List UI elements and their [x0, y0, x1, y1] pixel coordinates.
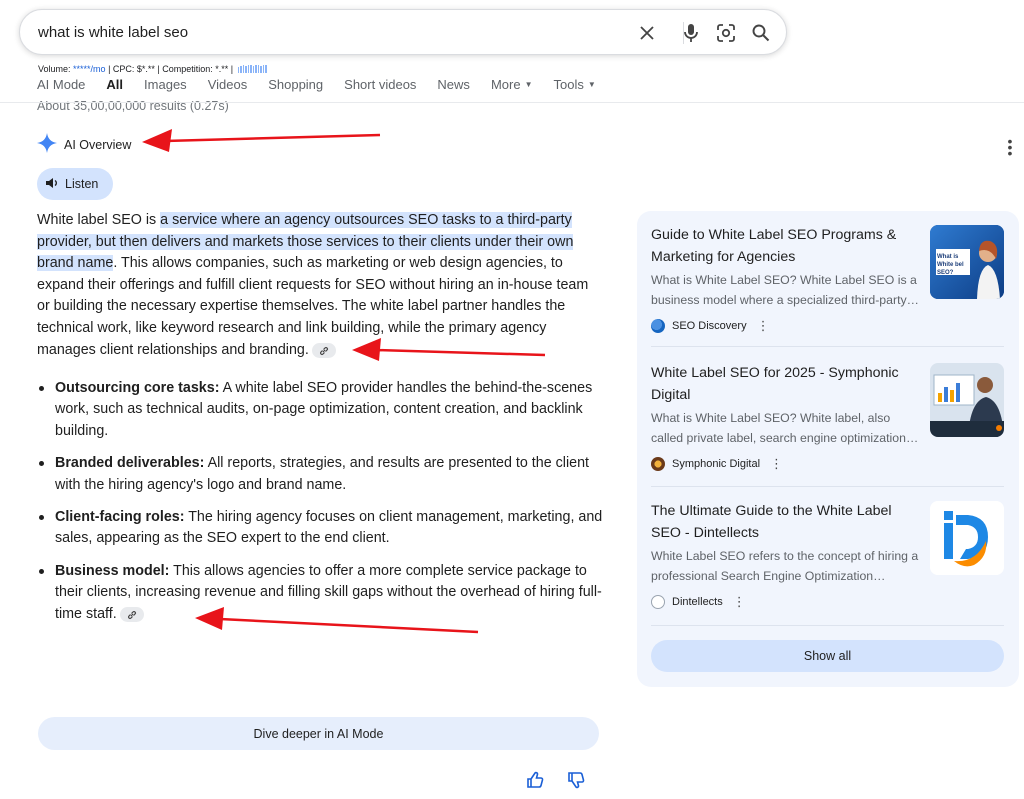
result-stats: About 35,00,00,000 results (0.27s): [37, 101, 229, 113]
volume-label: Volume:: [38, 64, 71, 74]
tab-short-videos[interactable]: Short videos: [344, 77, 416, 92]
bullet-item: Branded deliverables: All reports, strat…: [37, 453, 607, 496]
source-title[interactable]: The Ultimate Guide to the White Label SE…: [651, 501, 911, 544]
tab-shopping[interactable]: Shopping: [268, 77, 323, 92]
ai-overview-title: AI Overview: [64, 137, 132, 152]
bullet-term: Outsourcing core tasks:: [55, 380, 220, 396]
tab-label: All: [106, 77, 124, 92]
summary-prefix: White label SEO is: [37, 212, 161, 228]
chevron-down-icon: ▼: [587, 80, 596, 89]
tab-news[interactable]: News: [437, 77, 470, 92]
search-tabs: AI Mode All Images Videos Shopping Short vide…: [37, 77, 617, 92]
tab-tools[interactable]: Tools ▼: [553, 77, 595, 92]
ai-overview-bullets: Outsourcing core tasks: A white label SE…: [37, 378, 607, 636]
citation-link-icon[interactable]: [311, 343, 336, 359]
lens-icon[interactable]: [714, 21, 738, 45]
summary-rest: . This allows companies, such as marketi…: [37, 255, 589, 358]
tab-label: Videos: [207, 77, 248, 92]
tab-label: Tools: [553, 77, 584, 92]
cpc-competition: | CPC: $*.** | Competition: *.** |: [105, 64, 236, 74]
tab-label: Shopping: [268, 77, 324, 92]
tab-label: Images: [144, 77, 187, 92]
bullet-item: Business model: This allows agencies to …: [37, 561, 607, 625]
source-thumbnail[interactable]: [930, 363, 1004, 437]
ai-sparkle-icon: [37, 133, 57, 156]
trend-bars: [237, 65, 268, 75]
tab-more[interactable]: More ▼: [491, 77, 533, 92]
search-input[interactable]: what is white label seo: [38, 24, 188, 41]
thumbs-up-icon[interactable]: [526, 771, 544, 789]
more-options-icon[interactable]: • • •: [1004, 134, 1016, 160]
sources-panel: Guide to White Label SEO Programs & Mark…: [637, 211, 1019, 687]
source-title[interactable]: Guide to White Label SEO Programs & Mark…: [651, 225, 911, 268]
card-divider: [651, 486, 1004, 487]
thumbs-down-icon[interactable]: [567, 771, 585, 789]
tab-ai-mode[interactable]: AI Mode: [37, 77, 85, 92]
symphonic-digital-favicon: [651, 457, 665, 471]
dintellects-favicon: [651, 595, 665, 609]
tabs-divider: [0, 102, 1024, 103]
dive-deeper-button[interactable]: Dive deeper in AI Mode: [38, 717, 599, 750]
keyword-metrics: Volume: *****/mo | CPC: $*.** | Competit…: [38, 64, 268, 75]
listen-button[interactable]: Listen: [37, 168, 113, 200]
bullet-item: Client-facing roles: The hiring agency f…: [37, 507, 607, 550]
show-all-button[interactable]: Show all: [651, 640, 1004, 672]
seo-discovery-favicon: [651, 319, 665, 333]
source-snippet: What is White Label SEO? White label, al…: [651, 411, 919, 445]
tab-images[interactable]: Images: [144, 77, 187, 92]
search-bar[interactable]: what is white label seo: [19, 9, 787, 55]
source-thumbnail[interactable]: What is White bel SEO?: [930, 225, 1004, 299]
source-site[interactable]: SEO Discovery ⋮: [651, 319, 770, 333]
tab-label: AI Mode: [37, 77, 86, 92]
tab-label: Short videos: [344, 77, 417, 92]
source-site[interactable]: Dintellects ⋮: [651, 595, 746, 609]
source-name: SEO Discovery: [672, 320, 747, 332]
citation-link-icon[interactable]: [119, 607, 144, 623]
speaker-icon: [45, 177, 59, 192]
tab-label: More: [490, 77, 521, 92]
bullet-term: Business model:: [55, 562, 170, 579]
bullet-term: Client-facing roles:: [55, 509, 185, 526]
source-name: Symphonic Digital: [672, 458, 761, 470]
ai-overview-summary: White label SEO is a service where an ag…: [37, 210, 592, 361]
search-icon[interactable]: [749, 21, 773, 45]
card-divider: [651, 346, 1004, 347]
tab-videos[interactable]: Videos: [208, 77, 248, 92]
bullet-term: Branded deliverables:: [55, 455, 205, 472]
source-snippet: White Label SEO refers to the concept of…: [651, 549, 919, 583]
tab-label: News: [437, 77, 470, 92]
source-snippet: What is White Label SEO? White Label SEO…: [651, 273, 919, 307]
tab-all[interactable]: All: [106, 77, 123, 92]
listen-label: Listen: [65, 177, 99, 191]
source-title[interactable]: White Label SEO for 2025 - Symphonic Dig…: [651, 363, 911, 406]
card-divider: [651, 625, 1004, 626]
source-site[interactable]: Symphonic Digital ⋮: [651, 457, 783, 471]
source-more-icon[interactable]: ⋮: [733, 595, 746, 608]
thumbnail-caption: What is White bel SEO?: [937, 254, 964, 276]
bullet-item: Outsourcing core tasks: A white label SE…: [37, 378, 607, 442]
clear-icon[interactable]: [635, 21, 659, 45]
source-name: Dintellects: [672, 596, 723, 608]
volume-value: *****/mo: [73, 64, 106, 74]
source-more-icon[interactable]: ⋮: [770, 457, 783, 470]
annotation-arrow: [142, 129, 381, 152]
chevron-down-icon: ▼: [524, 80, 533, 89]
source-more-icon[interactable]: ⋮: [757, 319, 770, 332]
microphone-icon[interactable]: [679, 21, 703, 45]
ai-overview-header: AI Overview: [37, 133, 131, 156]
source-thumbnail[interactable]: [930, 501, 1004, 575]
